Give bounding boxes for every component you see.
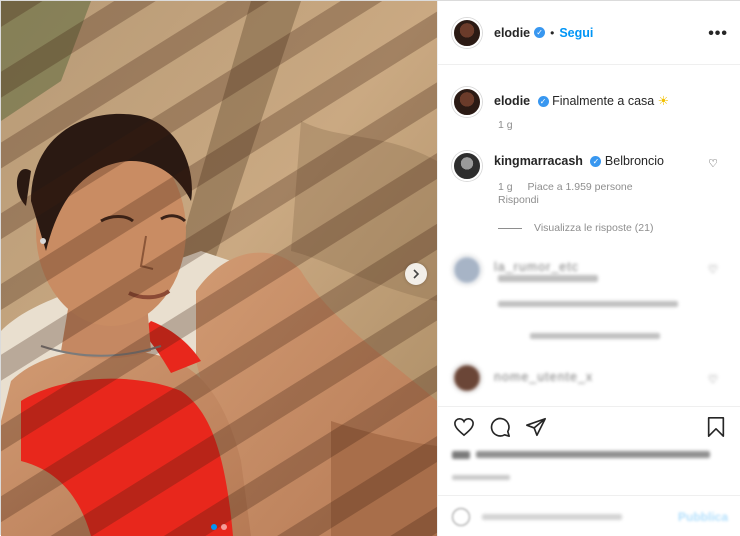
- likes-summary[interactable]: [452, 445, 712, 465]
- author-username[interactable]: elodie: [494, 26, 530, 40]
- chevron-right-icon: [413, 269, 420, 279]
- post-photo[interactable]: [1, 1, 437, 536]
- view-replies-link[interactable]: Visualizza le risposte (21): [498, 222, 653, 234]
- comment-text: Belbroncio: [604, 154, 664, 168]
- caption-row: elodie ✓ Finalmente a casa ☀: [452, 87, 669, 117]
- blurred-username: nome_utente_x: [494, 370, 594, 384]
- blurred-avatar[interactable]: [452, 255, 482, 285]
- more-horizontal-icon[interactable]: •••: [708, 25, 728, 43]
- header-separator: •: [550, 25, 555, 40]
- caption-username[interactable]: elodie: [494, 94, 530, 108]
- view-replies-label: Visualizza le risposte (21): [534, 222, 654, 234]
- carousel-dot: [221, 524, 227, 530]
- comment-meta: 1 g Piace a 1.959 persone: [498, 181, 645, 193]
- comment-input[interactable]: [482, 514, 622, 520]
- post-header: elodie ✓ • Segui •••: [438, 1, 740, 65]
- author-avatar[interactable]: [452, 17, 482, 48]
- like-button[interactable]: [452, 415, 476, 439]
- add-comment-bar: Pubblica: [438, 495, 740, 536]
- verified-badge-icon: ✓: [590, 156, 602, 168]
- share-button[interactable]: [524, 415, 548, 439]
- sun-emoji: ☀: [657, 94, 669, 108]
- heart-icon[interactable]: ♡: [708, 373, 718, 386]
- comment-button[interactable]: [488, 415, 512, 439]
- blurred-comment-row: nome_utente_x: [452, 363, 593, 393]
- publish-button[interactable]: Pubblica: [678, 510, 728, 524]
- caption-text: Finalmente a casa: [552, 94, 655, 108]
- commenter-avatar[interactable]: [452, 151, 482, 181]
- save-button[interactable]: [704, 415, 728, 439]
- follow-button[interactable]: Segui: [559, 26, 593, 40]
- post-sidebar: elodie ✓ • Segui ••• elodie ✓ Finalmente…: [437, 1, 740, 536]
- heart-icon: [454, 417, 474, 437]
- instagram-post: elodie ✓ • Segui ••• elodie ✓ Finalmente…: [0, 0, 740, 536]
- bookmark-icon: [707, 417, 725, 437]
- blurred-username: la_rumor_etc: [494, 260, 579, 274]
- carousel-dot-active: [211, 524, 217, 530]
- emoji-icon[interactable]: [452, 508, 470, 526]
- blurred-avatar[interactable]: [452, 363, 482, 393]
- verified-badge-icon: ✓: [537, 96, 549, 108]
- commenter-username[interactable]: kingmarracash: [494, 154, 583, 168]
- post-date: [452, 473, 512, 483]
- comment-likes[interactable]: Piace a 1.959 persone: [528, 181, 633, 193]
- comment-row: kingmarracash ✓ Belbroncio: [452, 151, 664, 181]
- heart-icon[interactable]: ♡: [708, 263, 718, 276]
- comment-icon: [490, 417, 510, 437]
- caption-time: 1 g: [498, 119, 513, 131]
- next-photo-button[interactable]: [405, 263, 427, 285]
- replies-divider: [498, 227, 522, 229]
- carousel-indicator: [1, 524, 437, 530]
- comment-time: 1 g: [498, 181, 513, 193]
- photo-illustration: [1, 1, 437, 536]
- caption-avatar[interactable]: [452, 87, 482, 117]
- reply-link[interactable]: Rispondi: [498, 194, 539, 206]
- heart-icon[interactable]: ♡: [708, 157, 718, 170]
- action-bar: [438, 406, 740, 446]
- verified-badge-icon: ✓: [534, 27, 546, 38]
- share-icon: [526, 417, 546, 437]
- comments-section: elodie ✓ Finalmente a casa ☀ 1 g kingmar…: [438, 65, 740, 405]
